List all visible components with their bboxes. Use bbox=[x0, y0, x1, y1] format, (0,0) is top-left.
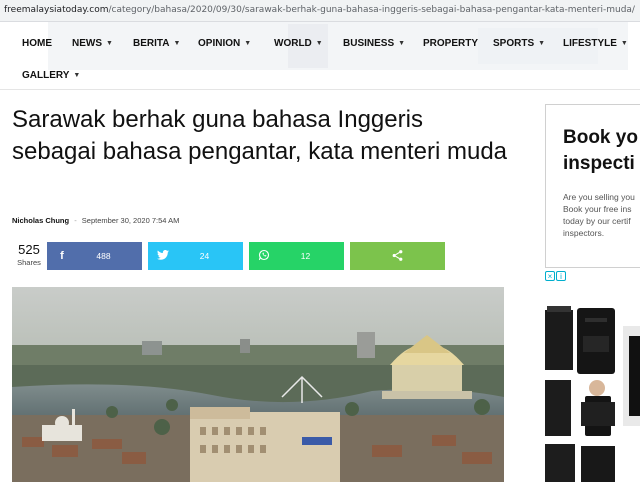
chevron-down-icon: ▼ bbox=[538, 39, 546, 47]
publish-date: September 30, 2020 7:54 AM bbox=[81, 216, 180, 225]
chevron-down-icon: ▼ bbox=[106, 39, 113, 47]
article-hero-image bbox=[12, 287, 504, 482]
nav-item-label: PROPERTY bbox=[423, 37, 479, 49]
nav-item-world[interactable]: WORLD ▼ bbox=[274, 38, 323, 49]
share-icon bbox=[391, 249, 404, 264]
whatsapp-share-count: 12 bbox=[300, 251, 311, 261]
sidebar-ad[interactable]: Book yo inspecti Are you selling you Boo… bbox=[545, 104, 640, 268]
cityscape-photo bbox=[12, 287, 504, 482]
chevron-down-icon: ▼ bbox=[620, 39, 628, 47]
article-byline: Nicholas Chung - September 30, 2020 7:54… bbox=[12, 216, 179, 225]
chevron-down-icon: ▼ bbox=[244, 39, 252, 47]
nav-item-home[interactable]: HOME bbox=[22, 38, 52, 49]
twitter-share-count: 24 bbox=[199, 251, 210, 261]
nav-item-opinion[interactable]: OPINION ▼ bbox=[198, 38, 251, 49]
address-bar[interactable]: freemalaysiatoday.com/category/bahasa/20… bbox=[0, 0, 640, 22]
ad-body-line: today by our certif bbox=[563, 216, 631, 226]
share-total-count: 525 bbox=[18, 242, 40, 257]
whatsapp-share-button[interactable]: 12 bbox=[249, 242, 344, 270]
twitter-icon bbox=[148, 249, 178, 263]
nav-item-label: GALLERY bbox=[22, 69, 70, 81]
close-icon[interactable]: × bbox=[545, 270, 555, 281]
main-navigation: HOME NEWS ▼ BERITA ▼ OPINION ▼ WORLD ▼ BUSIN… bbox=[0, 22, 640, 90]
article-header: Sarawak berhak guna bahasa Inggeris seba… bbox=[12, 104, 512, 270]
share-total-label: Shares bbox=[17, 258, 41, 267]
nav-item-label: OPINION bbox=[198, 37, 241, 49]
chevron-down-icon: ▼ bbox=[73, 71, 81, 79]
nav-item-label: BERITA bbox=[133, 37, 170, 49]
more-share-button[interactable] bbox=[350, 242, 445, 270]
article-title: Sarawak berhak guna bahasa Inggeris seba… bbox=[12, 106, 508, 165]
nav-item-sports[interactable]: SPORTS ▼ bbox=[493, 38, 545, 49]
nav-item-label: WORLD bbox=[274, 37, 312, 49]
nav-item-gallery[interactable]: GALLERY ▼ bbox=[22, 70, 80, 81]
chevron-down-icon: ▼ bbox=[173, 39, 181, 47]
chevron-down-icon: ▼ bbox=[398, 39, 406, 47]
adchoices-badge[interactable]: × i bbox=[545, 270, 569, 281]
author-link[interactable]: Nicholas Chung bbox=[12, 216, 69, 225]
nav-item-news[interactable]: NEWS ▼ bbox=[72, 38, 113, 49]
ad-headline: Book yo inspecti bbox=[563, 125, 638, 177]
nav-item-label: NEWS bbox=[72, 37, 102, 49]
share-total: 525 Shares bbox=[12, 242, 46, 267]
product-ad[interactable] bbox=[545, 306, 640, 482]
url-domain: freemalaysiatoday.com bbox=[4, 5, 109, 15]
ad-body-line: inspectors. bbox=[563, 228, 605, 238]
twitter-share-button[interactable]: 24 bbox=[148, 242, 243, 270]
nav-item-label: LIFESTYLE bbox=[563, 37, 617, 49]
nav-item-label: BUSINESS bbox=[343, 37, 395, 49]
nav-item-property[interactable]: PROPERTY bbox=[423, 38, 478, 49]
nav-item-lifestyle[interactable]: LIFESTYLE ▼ bbox=[563, 38, 628, 49]
whatsapp-icon bbox=[249, 249, 279, 264]
url-path: /category/bahasa/2020/09/30/sarawak-berh… bbox=[108, 5, 635, 15]
nav-item-label: HOME bbox=[22, 37, 52, 49]
info-icon[interactable]: i bbox=[556, 270, 566, 281]
byline-separator: - bbox=[74, 216, 77, 225]
nav-item-berita[interactable]: BERITA ▼ bbox=[133, 38, 180, 49]
ad-body-line: Are you selling you bbox=[563, 192, 635, 202]
facebook-share-count: 488 bbox=[96, 251, 111, 261]
ad-body-text: Are you selling you Book your free ins t… bbox=[563, 191, 635, 239]
ad-headline-line: inspecti bbox=[563, 153, 635, 174]
product-ad-image bbox=[545, 306, 640, 482]
facebook-share-button[interactable]: f 488 bbox=[47, 242, 142, 270]
share-bar: 525 Shares f 488 24 12 bbox=[12, 242, 512, 270]
nav-item-business[interactable]: BUSINESS ▼ bbox=[343, 38, 405, 49]
facebook-icon: f bbox=[60, 250, 64, 262]
nav-item-label: SPORTS bbox=[493, 37, 535, 49]
ad-headline-line: Book yo bbox=[563, 127, 638, 148]
ad-body-line: Book your free ins bbox=[563, 204, 632, 214]
chevron-down-icon: ▼ bbox=[315, 39, 323, 47]
